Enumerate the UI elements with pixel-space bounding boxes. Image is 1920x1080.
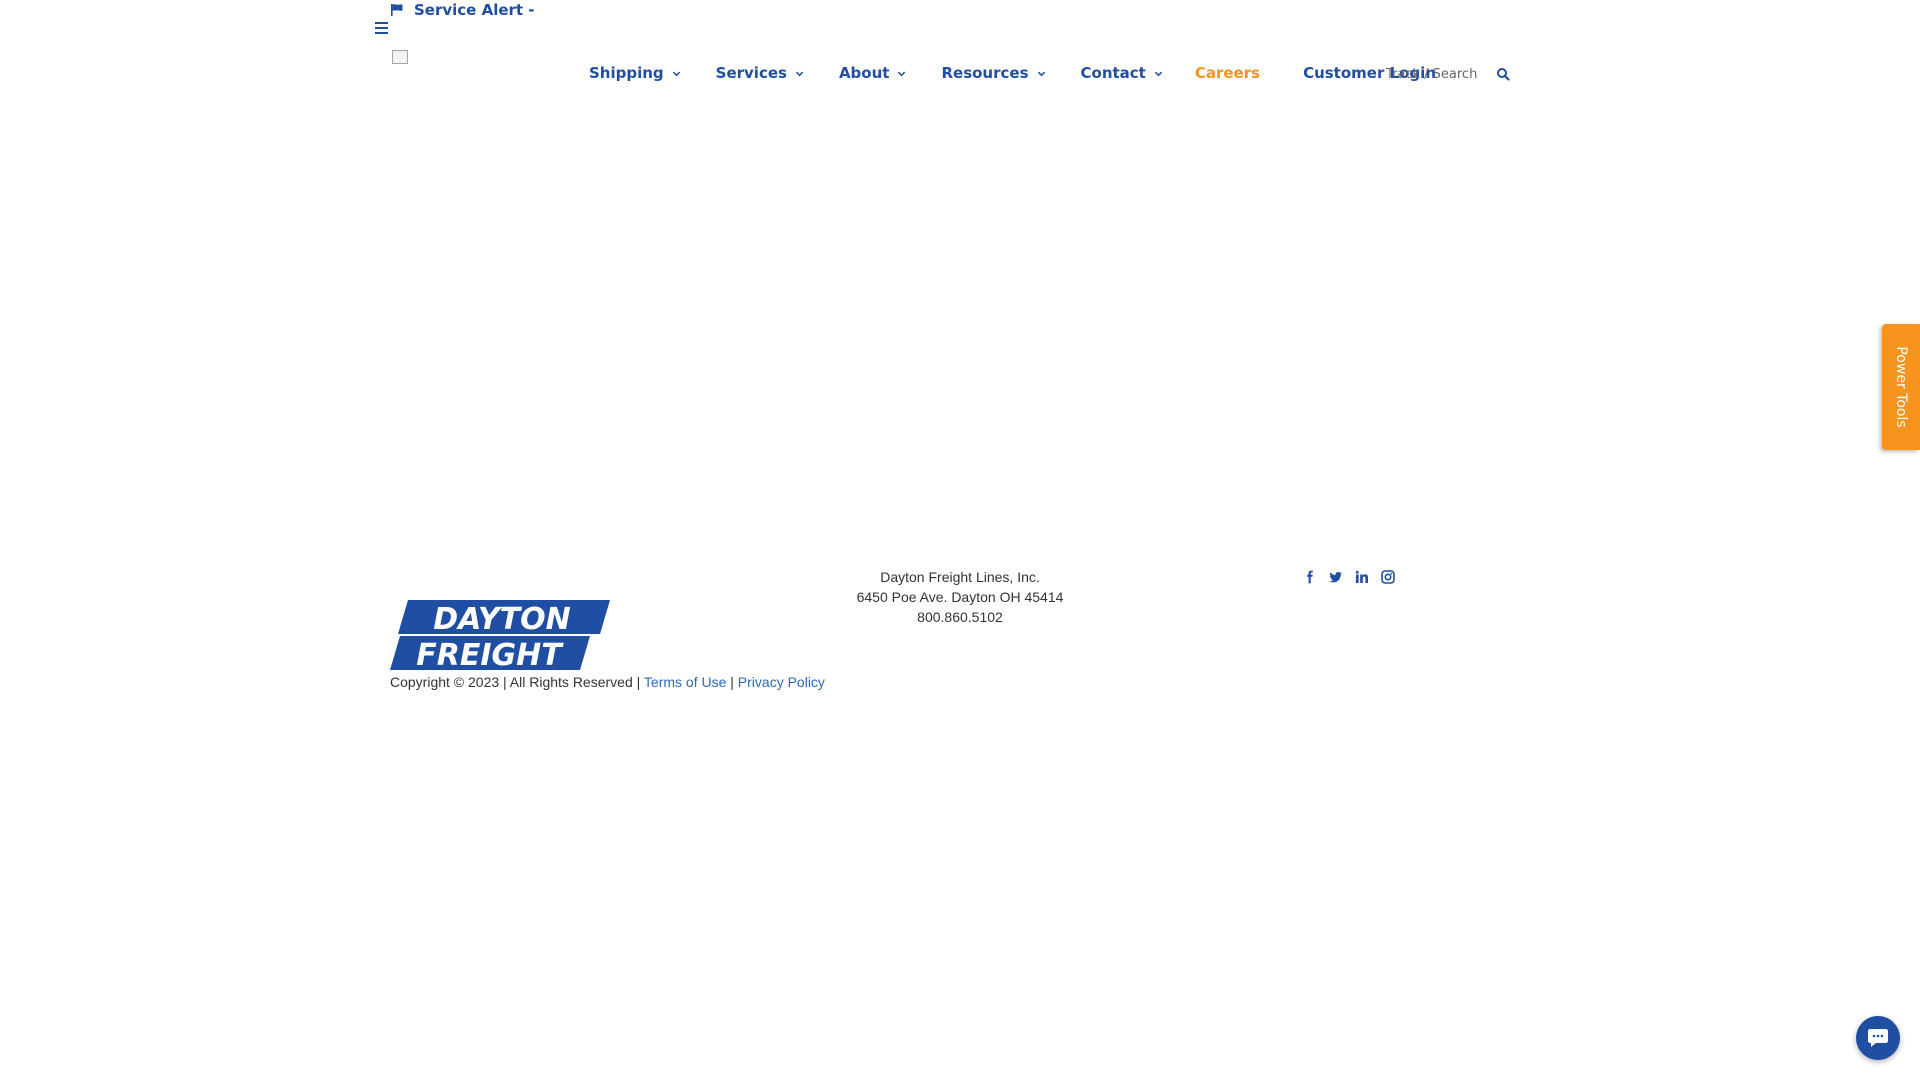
- power-tools-label: Power Tools: [1893, 346, 1909, 428]
- page: Service Alert - Shipping Services About …: [0, 0, 1920, 1080]
- power-tools-tab[interactable]: Power Tools: [1882, 324, 1920, 450]
- twitter-icon[interactable]: [1329, 569, 1343, 585]
- company-address: 6450 Poe Ave. Dayton OH 45414: [856, 589, 1064, 605]
- flag-icon: [391, 4, 403, 16]
- broken-logo-image[interactable]: [392, 50, 408, 64]
- copyright-text: Copyright © 2023 | All Rights Reserved |: [390, 674, 641, 690]
- chevron-down-icon: [898, 71, 906, 76]
- track-search-input[interactable]: [1378, 60, 1488, 88]
- nav-shipping[interactable]: Shipping: [589, 64, 681, 82]
- chevron-down-icon: [1154, 71, 1163, 76]
- track-search: [1378, 60, 1510, 88]
- social-links: [1303, 569, 1395, 585]
- nav-contact[interactable]: Contact: [1081, 64, 1163, 82]
- footer-address: Dayton Freight Lines, Inc. 6450 Poe Ave.…: [760, 567, 1160, 627]
- chevron-down-icon: [1037, 71, 1045, 76]
- nav-careers[interactable]: Careers: [1195, 64, 1260, 82]
- main-nav: Shipping Services About Resources Contac…: [589, 58, 1436, 88]
- chevron-down-icon: [672, 71, 680, 76]
- facebook-icon[interactable]: [1303, 569, 1317, 585]
- privacy-policy-link[interactable]: Privacy Policy: [738, 674, 825, 690]
- nav-about[interactable]: About: [839, 64, 907, 82]
- chat-button[interactable]: [1856, 1016, 1900, 1060]
- chat-bubble-icon: [1868, 1029, 1888, 1047]
- terms-of-use-link[interactable]: Terms of Use: [644, 674, 726, 690]
- service-alert[interactable]: Service Alert -: [390, 0, 535, 20]
- dayton-freight-logo[interactable]: DAYTON FREIGHT: [390, 598, 610, 672]
- company-phone: 800.860.5102: [917, 609, 1003, 625]
- chevron-down-icon: [795, 71, 804, 76]
- service-alert-text[interactable]: Service Alert -: [414, 1, 535, 19]
- logo-text-line2: FREIGHT: [416, 638, 564, 672]
- search-icon[interactable]: [1496, 67, 1510, 81]
- link-separator: |: [730, 674, 734, 690]
- nav-resources[interactable]: Resources: [941, 64, 1045, 82]
- copyright-line: Copyright © 2023 | All Rights Reserved |…: [390, 674, 825, 690]
- nav-services[interactable]: Services: [716, 64, 804, 82]
- logo-text-line1: DAYTON: [433, 602, 570, 637]
- company-name: Dayton Freight Lines, Inc.: [880, 569, 1040, 585]
- menu-icon[interactable]: [375, 22, 388, 34]
- linkedin-icon[interactable]: [1355, 569, 1369, 585]
- instagram-icon[interactable]: [1381, 569, 1395, 585]
